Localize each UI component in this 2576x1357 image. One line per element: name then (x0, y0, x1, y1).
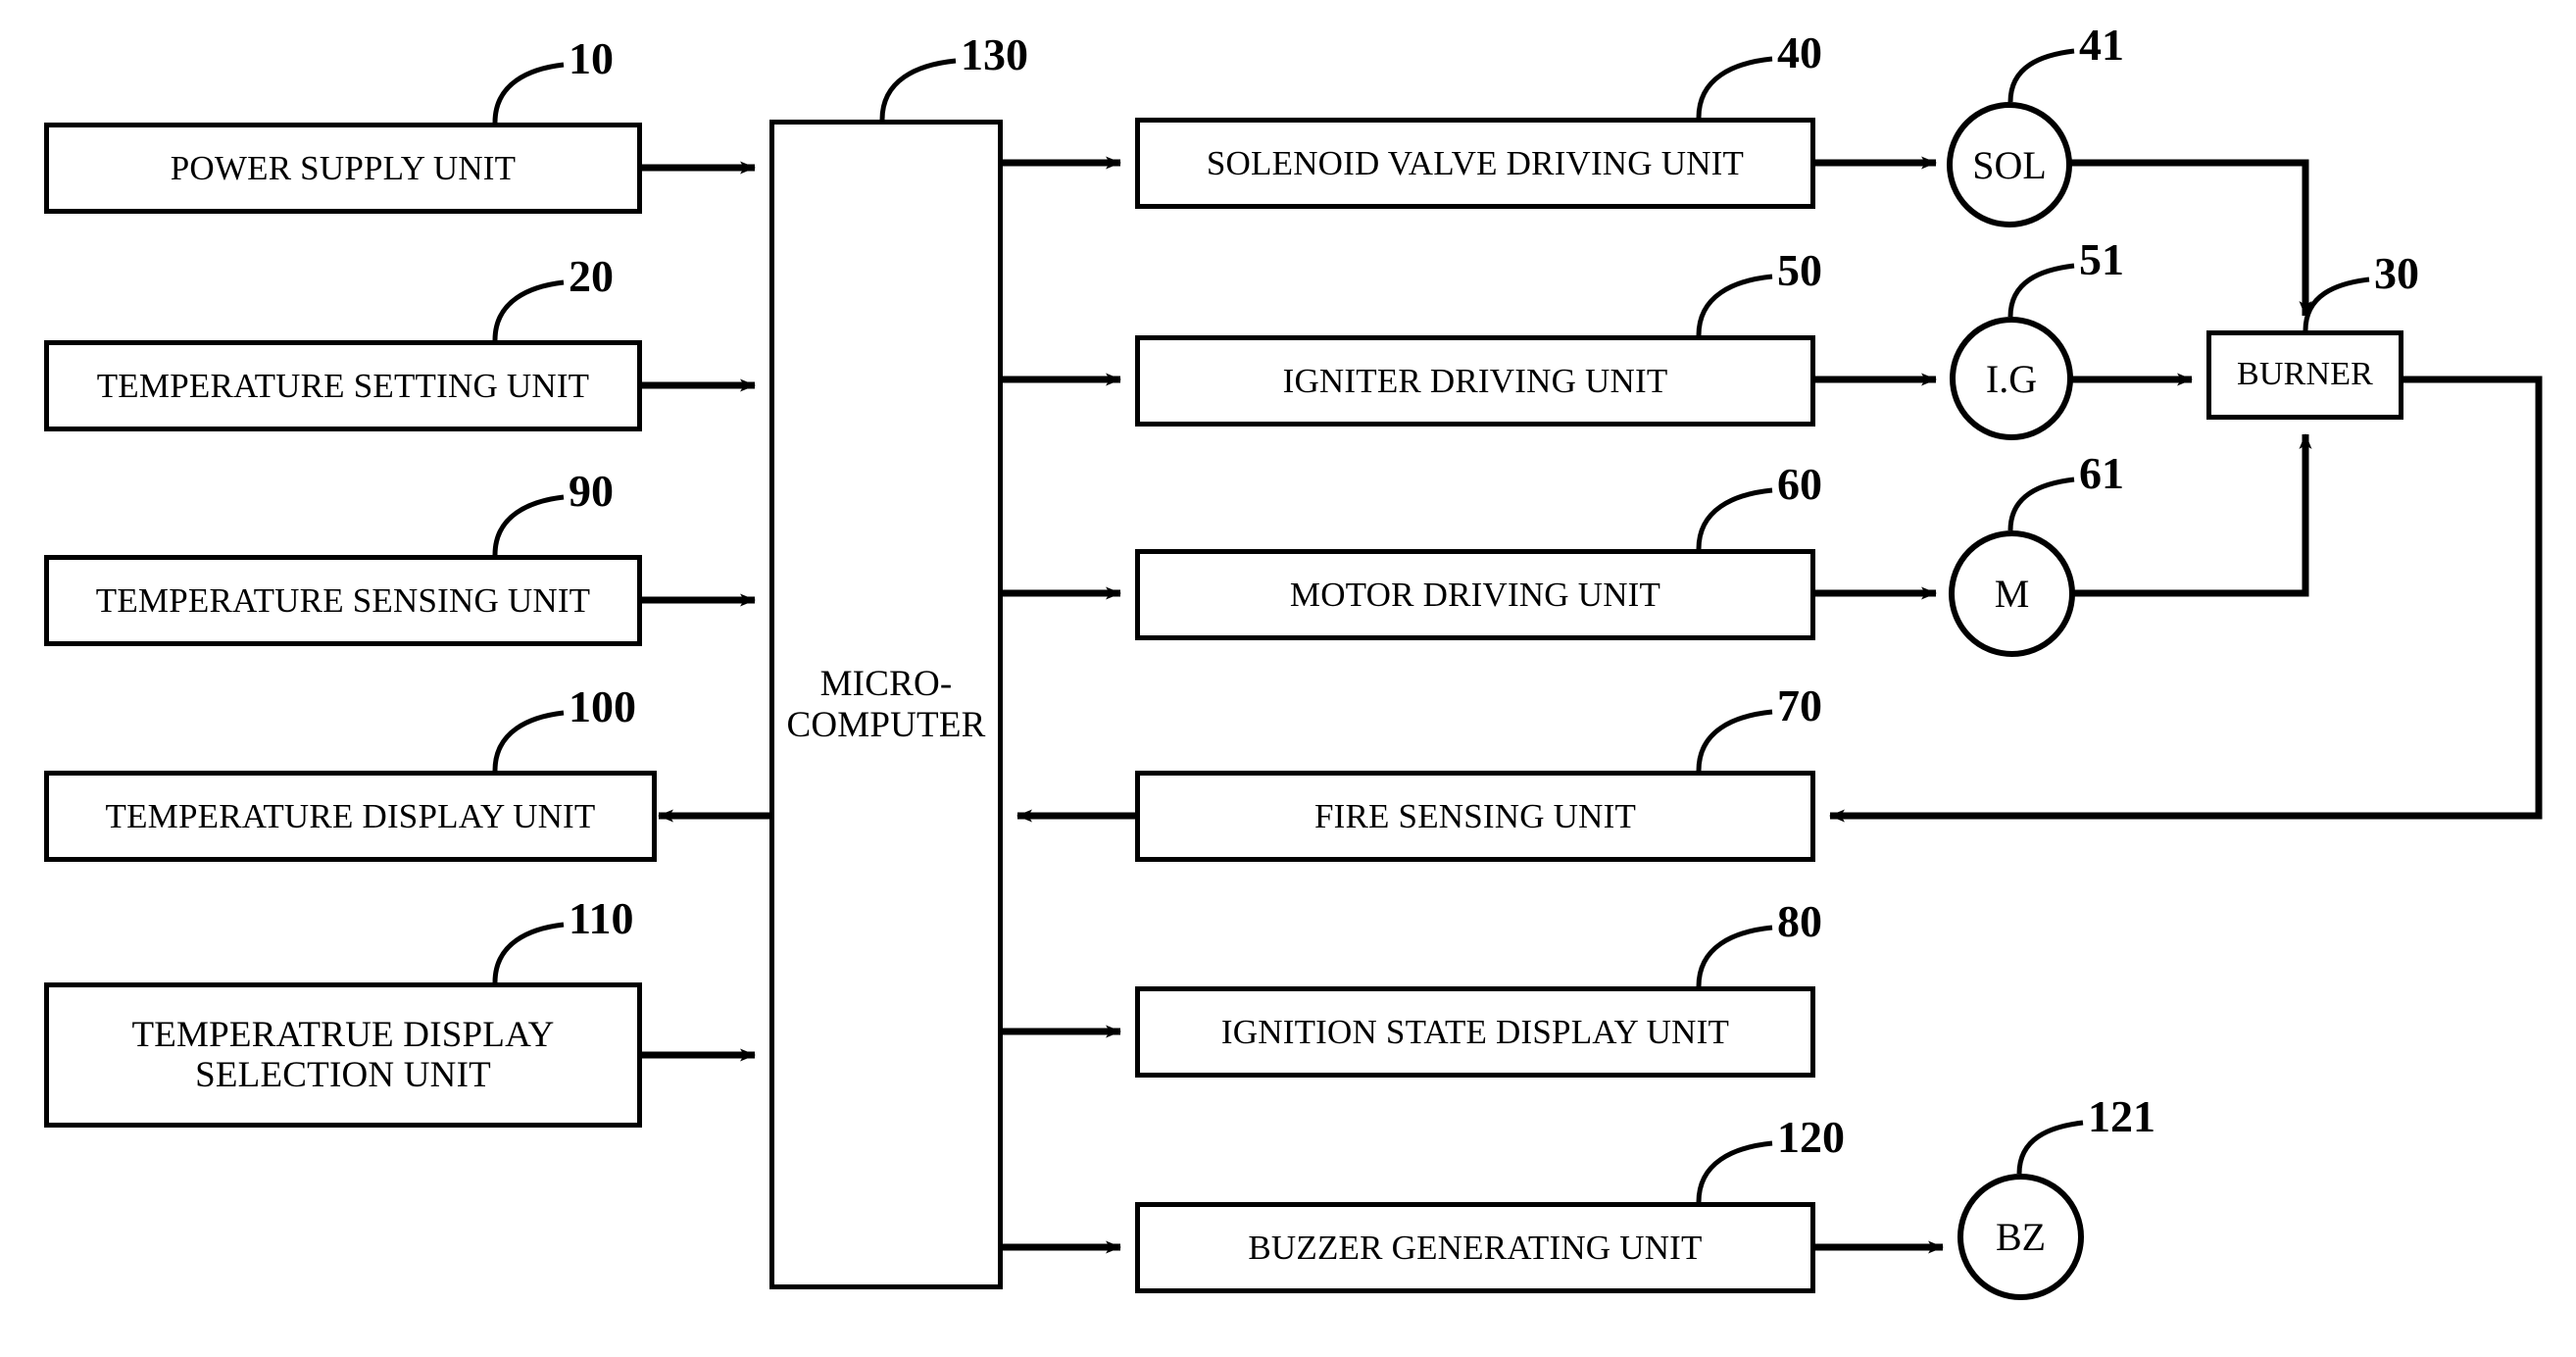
block-buzzer-generating-unit: BUZZER GENERATING UNIT (1135, 1202, 1815, 1293)
component-label: BZ (1995, 1215, 2047, 1259)
block-power-supply-unit: POWER SUPPLY UNIT (44, 123, 642, 214)
block-label: IGNITION STATE DISPLAY UNIT (1220, 1012, 1730, 1051)
block-label: IGNITER DRIVING UNIT (1282, 361, 1668, 400)
leader-41 (2007, 48, 2075, 103)
block-label-line1: TEMPERATRUE DISPLAY (131, 1014, 555, 1055)
ref-numeral-41: 41 (2079, 20, 2124, 70)
block-label-line1: MICRO- (819, 664, 953, 705)
ref-numeral-100: 100 (569, 681, 636, 731)
block-temperature-setting-unit: TEMPERATURE SETTING UNIT (44, 340, 642, 431)
block-solenoid-valve-driving-unit: SOLENOID VALVE DRIVING UNIT (1135, 118, 1815, 209)
ref-numeral-30: 30 (2374, 248, 2419, 298)
leader-100 (492, 710, 565, 772)
ref-numeral-40: 40 (1777, 27, 1822, 77)
ref-numeral-121: 121 (2088, 1091, 2155, 1141)
ref-numeral-130: 130 (961, 29, 1028, 79)
component-label: I.G (1985, 356, 2038, 401)
block-fire-sensing-unit: FIRE SENSING UNIT (1135, 771, 1815, 862)
block-burner: BURNER (2206, 330, 2403, 420)
figure-canvas: POWER SUPPLY UNIT TEMPERATURE SETTING UN… (0, 0, 2576, 1357)
block-label: POWER SUPPLY UNIT (170, 148, 517, 187)
wire-burner-to-firesense (1829, 376, 2543, 823)
component-buzzer: BZ (1957, 1174, 2084, 1300)
ref-numeral-80: 80 (1777, 896, 1822, 946)
block-temperature-display-selection-unit: TEMPERATRUE DISPLAY SELECTION UNIT (44, 982, 642, 1128)
component-igniter: I.G (1950, 317, 2073, 440)
ref-numeral-50: 50 (1777, 245, 1822, 295)
block-label: TEMPERATURE SETTING UNIT (96, 366, 590, 405)
component-label: M (1994, 572, 2030, 616)
block-igniter-driving-unit: IGNITER DRIVING UNIT (1135, 335, 1815, 427)
block-motor-driving-unit: MOTOR DRIVING UNIT (1135, 549, 1815, 640)
leader-120 (1696, 1140, 1773, 1203)
leader-70 (1696, 709, 1773, 772)
leader-110 (492, 922, 565, 983)
ref-numeral-110: 110 (569, 893, 634, 943)
block-temperature-sensing-unit: TEMPERATURE SENSING UNIT (44, 555, 642, 646)
block-label: SOLENOID VALVE DRIVING UNIT (1206, 143, 1745, 182)
block-label: TEMPERATURE SENSING UNIT (95, 580, 591, 620)
block-label-line2: SELECTION UNIT (195, 1055, 491, 1095)
component-solenoid: SOL (1947, 102, 2072, 227)
leader-61 (2007, 477, 2075, 531)
leader-50 (1696, 274, 1773, 336)
leader-30 (2303, 276, 2370, 331)
block-microcomputer: MICRO- COMPUTER (769, 120, 1003, 1289)
leader-20 (492, 279, 565, 341)
ref-numeral-10: 10 (569, 33, 614, 83)
ref-numeral-60: 60 (1777, 459, 1822, 509)
leader-80 (1696, 925, 1773, 987)
block-label-line2: COMPUTER (786, 704, 986, 745)
ref-numeral-51: 51 (2079, 234, 2124, 284)
leader-10 (492, 62, 565, 124)
leader-60 (1696, 487, 1773, 550)
leader-121 (2016, 1120, 2084, 1175)
block-label: BUZZER GENERATING UNIT (1248, 1228, 1703, 1267)
block-label: MOTOR DRIVING UNIT (1289, 575, 1661, 614)
component-label: SOL (1972, 142, 2047, 187)
block-label: TEMPERATURE DISPLAY UNIT (105, 796, 596, 835)
leader-40 (1696, 56, 1773, 119)
block-ignition-state-display-unit: IGNITION STATE DISPLAY UNIT (1135, 986, 1815, 1078)
ref-numeral-90: 90 (569, 466, 614, 516)
block-temperature-display-unit: TEMPERATURE DISPLAY UNIT (44, 771, 657, 862)
ref-numeral-61: 61 (2079, 448, 2124, 498)
component-motor: M (1949, 530, 2075, 657)
ref-numeral-70: 70 (1777, 680, 1822, 730)
ref-numeral-120: 120 (1777, 1112, 1845, 1162)
ref-numeral-20: 20 (569, 251, 614, 301)
leader-90 (492, 494, 565, 556)
leader-51 (2007, 263, 2075, 318)
leader-130 (879, 58, 957, 121)
block-label: BURNER (2236, 356, 2374, 393)
block-label: FIRE SENSING UNIT (1313, 796, 1637, 835)
